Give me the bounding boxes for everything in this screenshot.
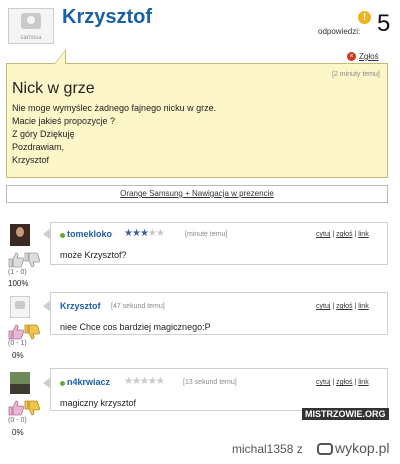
question-body-line: Krzysztof — [12, 155, 50, 165]
permalink-link[interactable]: link — [358, 231, 369, 238]
report-link[interactable]: zgłoś — [336, 303, 352, 310]
answer-avatar[interactable] — [10, 372, 30, 394]
wykop-logo-icon — [317, 443, 333, 455]
answer-avatar[interactable] — [10, 224, 30, 246]
report-link[interactable]: zgłoś — [336, 231, 352, 238]
answer-time: [13 sekund temu] — [183, 379, 237, 386]
rating-stars: ★★★★★ — [124, 228, 165, 239]
question-time: [2 minuty temu] — [332, 71, 380, 78]
vote-percent: 0% — [12, 351, 24, 360]
question-body-line: Pozdrawiam, — [12, 142, 65, 152]
answer-text: może Krzysztof? — [60, 250, 127, 260]
vote-percent: 100% — [8, 279, 29, 288]
online-status-icon — [60, 381, 65, 386]
star-empty-icon: ★ — [147, 376, 157, 387]
question-body-line: Z góry Dziękuję — [12, 129, 75, 139]
thumb-down-icon[interactable] — [22, 322, 42, 342]
star-full-icon: ★ — [139, 228, 149, 239]
footer-site-logo[interactable]: wykop.pl — [317, 440, 389, 456]
answer-time: [47 sekund temu] — [111, 303, 165, 310]
online-status-icon — [60, 233, 65, 238]
star-empty-icon: ★ — [155, 376, 165, 387]
star-full-icon: ★ — [124, 228, 133, 239]
answer-author[interactable]: tomekloko — [67, 229, 112, 239]
answer-text: niee Chce cos bardziej magicznego:P — [60, 322, 211, 332]
answers-count: 5 — [377, 10, 391, 37]
avatar-caption: samosa — [20, 35, 42, 41]
star-empty-icon: ★ — [155, 228, 165, 239]
star-empty-icon: ★ — [124, 376, 133, 387]
quote-link[interactable]: cytuj — [316, 379, 330, 386]
star-full-icon: ★ — [131, 228, 141, 239]
question-body-line: Macie jakieś propozycje ? — [12, 116, 116, 126]
star-empty-icon: ★ — [147, 228, 157, 239]
question-avatar[interactable]: samosa — [8, 8, 54, 44]
footer-site-name: wykop.pl — [335, 440, 390, 456]
vote-percent: 0% — [12, 428, 24, 437]
vote-count: (0 - 1) — [8, 340, 27, 347]
star-empty-icon: ★ — [131, 376, 141, 387]
answer-avatar[interactable] — [10, 296, 30, 318]
quote-link[interactable]: cytuj — [316, 231, 330, 238]
permalink-link[interactable]: link — [358, 303, 369, 310]
footer-credit: michal1358 z — [232, 442, 303, 456]
answer-author[interactable]: Krzysztof — [60, 301, 101, 311]
question-body-line: Nie moge wymyślec żadnego fajnego nicku … — [12, 103, 217, 113]
answers-count-icon: ! — [358, 11, 371, 24]
rating-stars: ★★★★★ — [124, 376, 165, 387]
answer-time: [minutę temu] — [185, 231, 228, 238]
star-empty-icon: ★ — [139, 376, 149, 387]
permalink-link[interactable]: link — [358, 379, 369, 386]
question-bubble-tail-fill — [55, 51, 65, 64]
answer-actions: cytuj | zgłoś | link — [316, 303, 369, 310]
answer-author[interactable]: n4krwiacz — [67, 377, 110, 387]
avatar-placeholder-icon — [21, 13, 41, 29]
question-title: Nick w grze — [12, 80, 95, 97]
thumb-down-icon[interactable] — [22, 398, 42, 418]
quote-link[interactable]: cytuj — [316, 303, 330, 310]
vote-count: (1 - 0) — [8, 269, 27, 276]
footer-connector: z — [296, 442, 303, 456]
answer-actions: cytuj | zgłoś | link — [316, 379, 369, 386]
footer-username[interactable]: michal1358 — [232, 442, 293, 456]
answers-label: odpowiedzi: — [318, 27, 361, 36]
thumb-down-icon[interactable] — [22, 250, 42, 270]
report-question-link[interactable]: Zgłoś — [359, 52, 379, 61]
report-link[interactable]: zgłoś — [336, 379, 352, 386]
report-icon[interactable]: × — [347, 52, 356, 61]
promo-link[interactable]: Orange Samsung + Nawigacja w prezencie — [6, 185, 388, 203]
answer-actions: cytuj | zgłoś | link — [316, 231, 369, 238]
question-author[interactable]: Krzysztof — [62, 6, 152, 29]
question-body: Nie moge wymyślec żadnego fajnego nicku … — [12, 102, 216, 167]
watermark: MISTRZOWIE.ORG — [302, 408, 389, 420]
answer-text: magiczny krzysztof — [60, 398, 137, 408]
avatar-placeholder-icon — [15, 301, 25, 309]
vote-count: (0 - 0) — [8, 417, 27, 424]
